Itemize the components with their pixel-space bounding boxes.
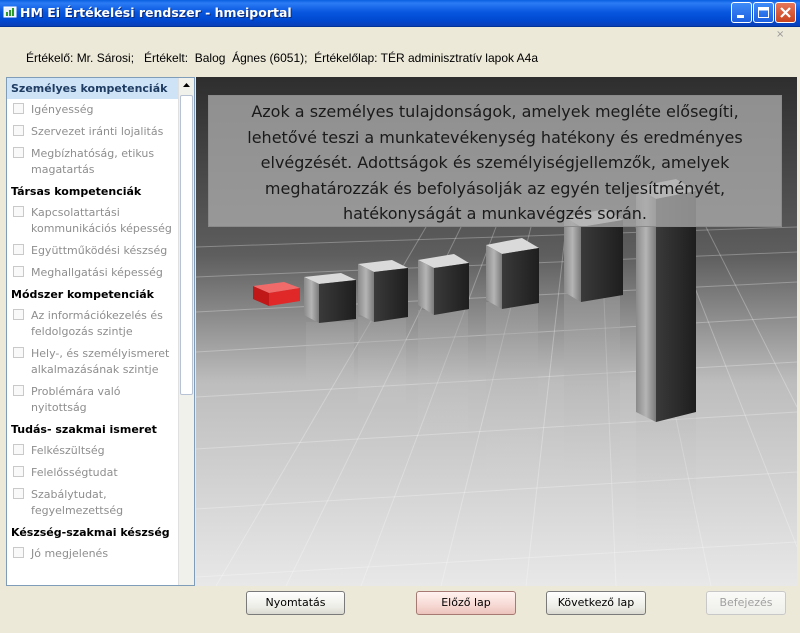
competency-item[interactable]: Jó megjelenés [7,543,179,565]
competency-label: Problémára való nyitottság [31,385,121,414]
competency-label: Szervezet iránti lojalitás [31,125,164,138]
competency-label: Az információkezelés és feldolgozás szin… [31,309,163,338]
competency-label: Hely-, és személyismeret alkalmazásának … [31,347,170,376]
minimize-button[interactable] [731,2,752,23]
competency-checkbox[interactable] [13,125,24,136]
competency-label: Jó megjelenés [31,547,109,560]
competency-checkbox[interactable] [13,347,24,358]
competency-label: Felelősségtudat [31,466,118,479]
competency-label: Meghallgatási képesség [31,266,163,279]
competency-label: Igényesség [31,103,94,116]
category-tudas[interactable]: Tudás- szakmai ismeret [7,419,179,440]
finish-button[interactable]: Befejezés [706,591,786,615]
competency-checkbox[interactable] [13,488,24,499]
competency-item[interactable]: Szervezet iránti lojalitás [7,121,179,143]
title-bar[interactable]: HM Ei Értékelési rendszer - hmeiportal [0,0,800,27]
competency-sidebar: Személyes kompetenciák Igényesség Szerve… [6,77,195,586]
competency-item[interactable]: Problémára való nyitottság [7,381,179,419]
description-panel: Azok a személyes tulajdonságok, amelyek … [196,77,797,586]
competency-item[interactable]: Felelősségtudat [7,462,179,484]
competency-label: Szabálytudat, fegyelmezettség [31,488,124,517]
competency-checkbox[interactable] [13,309,24,320]
competency-label: Megbízhatóság, etikus magatartás [31,147,155,176]
competency-checkbox[interactable] [13,147,24,158]
category-modszer[interactable]: Módszer kompetenciák [7,284,179,305]
competency-checkbox[interactable] [13,103,24,114]
next-page-button[interactable]: Következő lap [546,591,646,615]
competency-checkbox[interactable] [13,244,24,255]
competency-checkbox[interactable] [13,444,24,455]
maximize-icon [758,7,769,18]
competency-checkbox[interactable] [13,547,24,558]
scrollbar-thumb[interactable] [180,95,193,395]
evaluation-info: Értékelő: Mr. Sárosi; Értékelt: Balog Ág… [26,51,539,65]
competency-label: Együttműködési készség [31,244,168,257]
competency-item[interactable]: Meghallgatási képesség [7,262,179,284]
competency-item[interactable]: Az információkezelés és feldolgozás szin… [7,305,179,343]
competency-checkbox[interactable] [13,385,24,396]
category-szemelyes[interactable]: Személyes kompetenciák [7,78,179,99]
sidebar-scrollbar[interactable] [178,78,194,585]
app-icon [3,6,17,18]
window-title: HM Ei Értékelési rendszer - hmeiportal [20,5,292,20]
close-button[interactable] [775,2,796,23]
competency-checkbox[interactable] [13,266,24,277]
category-keszseg[interactable]: Készség-szakmai készség [7,522,179,543]
minimize-icon [737,15,744,18]
close-icon [780,7,791,18]
competency-item[interactable]: Együttműködési készség [7,240,179,262]
category-tarsas[interactable]: Társas kompetenciák [7,181,179,202]
competency-item[interactable]: Hely-, és személyismeret alkalmazásának … [7,343,179,381]
competency-list: Személyes kompetenciák Igényesség Szerve… [7,78,179,565]
competency-item[interactable]: Felkészültség [7,440,179,462]
competency-description: Azok a személyes tulajdonságok, amelyek … [208,95,782,227]
competency-item[interactable]: Megbízhatóság, etikus magatartás [7,143,179,181]
competency-checkbox[interactable] [13,466,24,477]
print-button[interactable]: Nyomtatás [246,591,345,615]
competency-label: Kapcsolattartási kommunikációs képesség [31,206,172,235]
competency-item[interactable]: Szabálytudat, fegyelmezettség [7,484,179,522]
scroll-up-arrow-icon[interactable] [179,78,194,93]
competency-checkbox[interactable] [13,206,24,217]
competency-label: Felkészültség [31,444,105,457]
previous-page-button[interactable]: Előző lap [416,591,516,615]
competency-item[interactable]: Igényesség [7,99,179,121]
small-close-icon[interactable]: × [776,30,786,40]
competency-item[interactable]: Kapcsolattartási kommunikációs képesség [7,202,179,240]
maximize-button[interactable] [753,2,774,23]
